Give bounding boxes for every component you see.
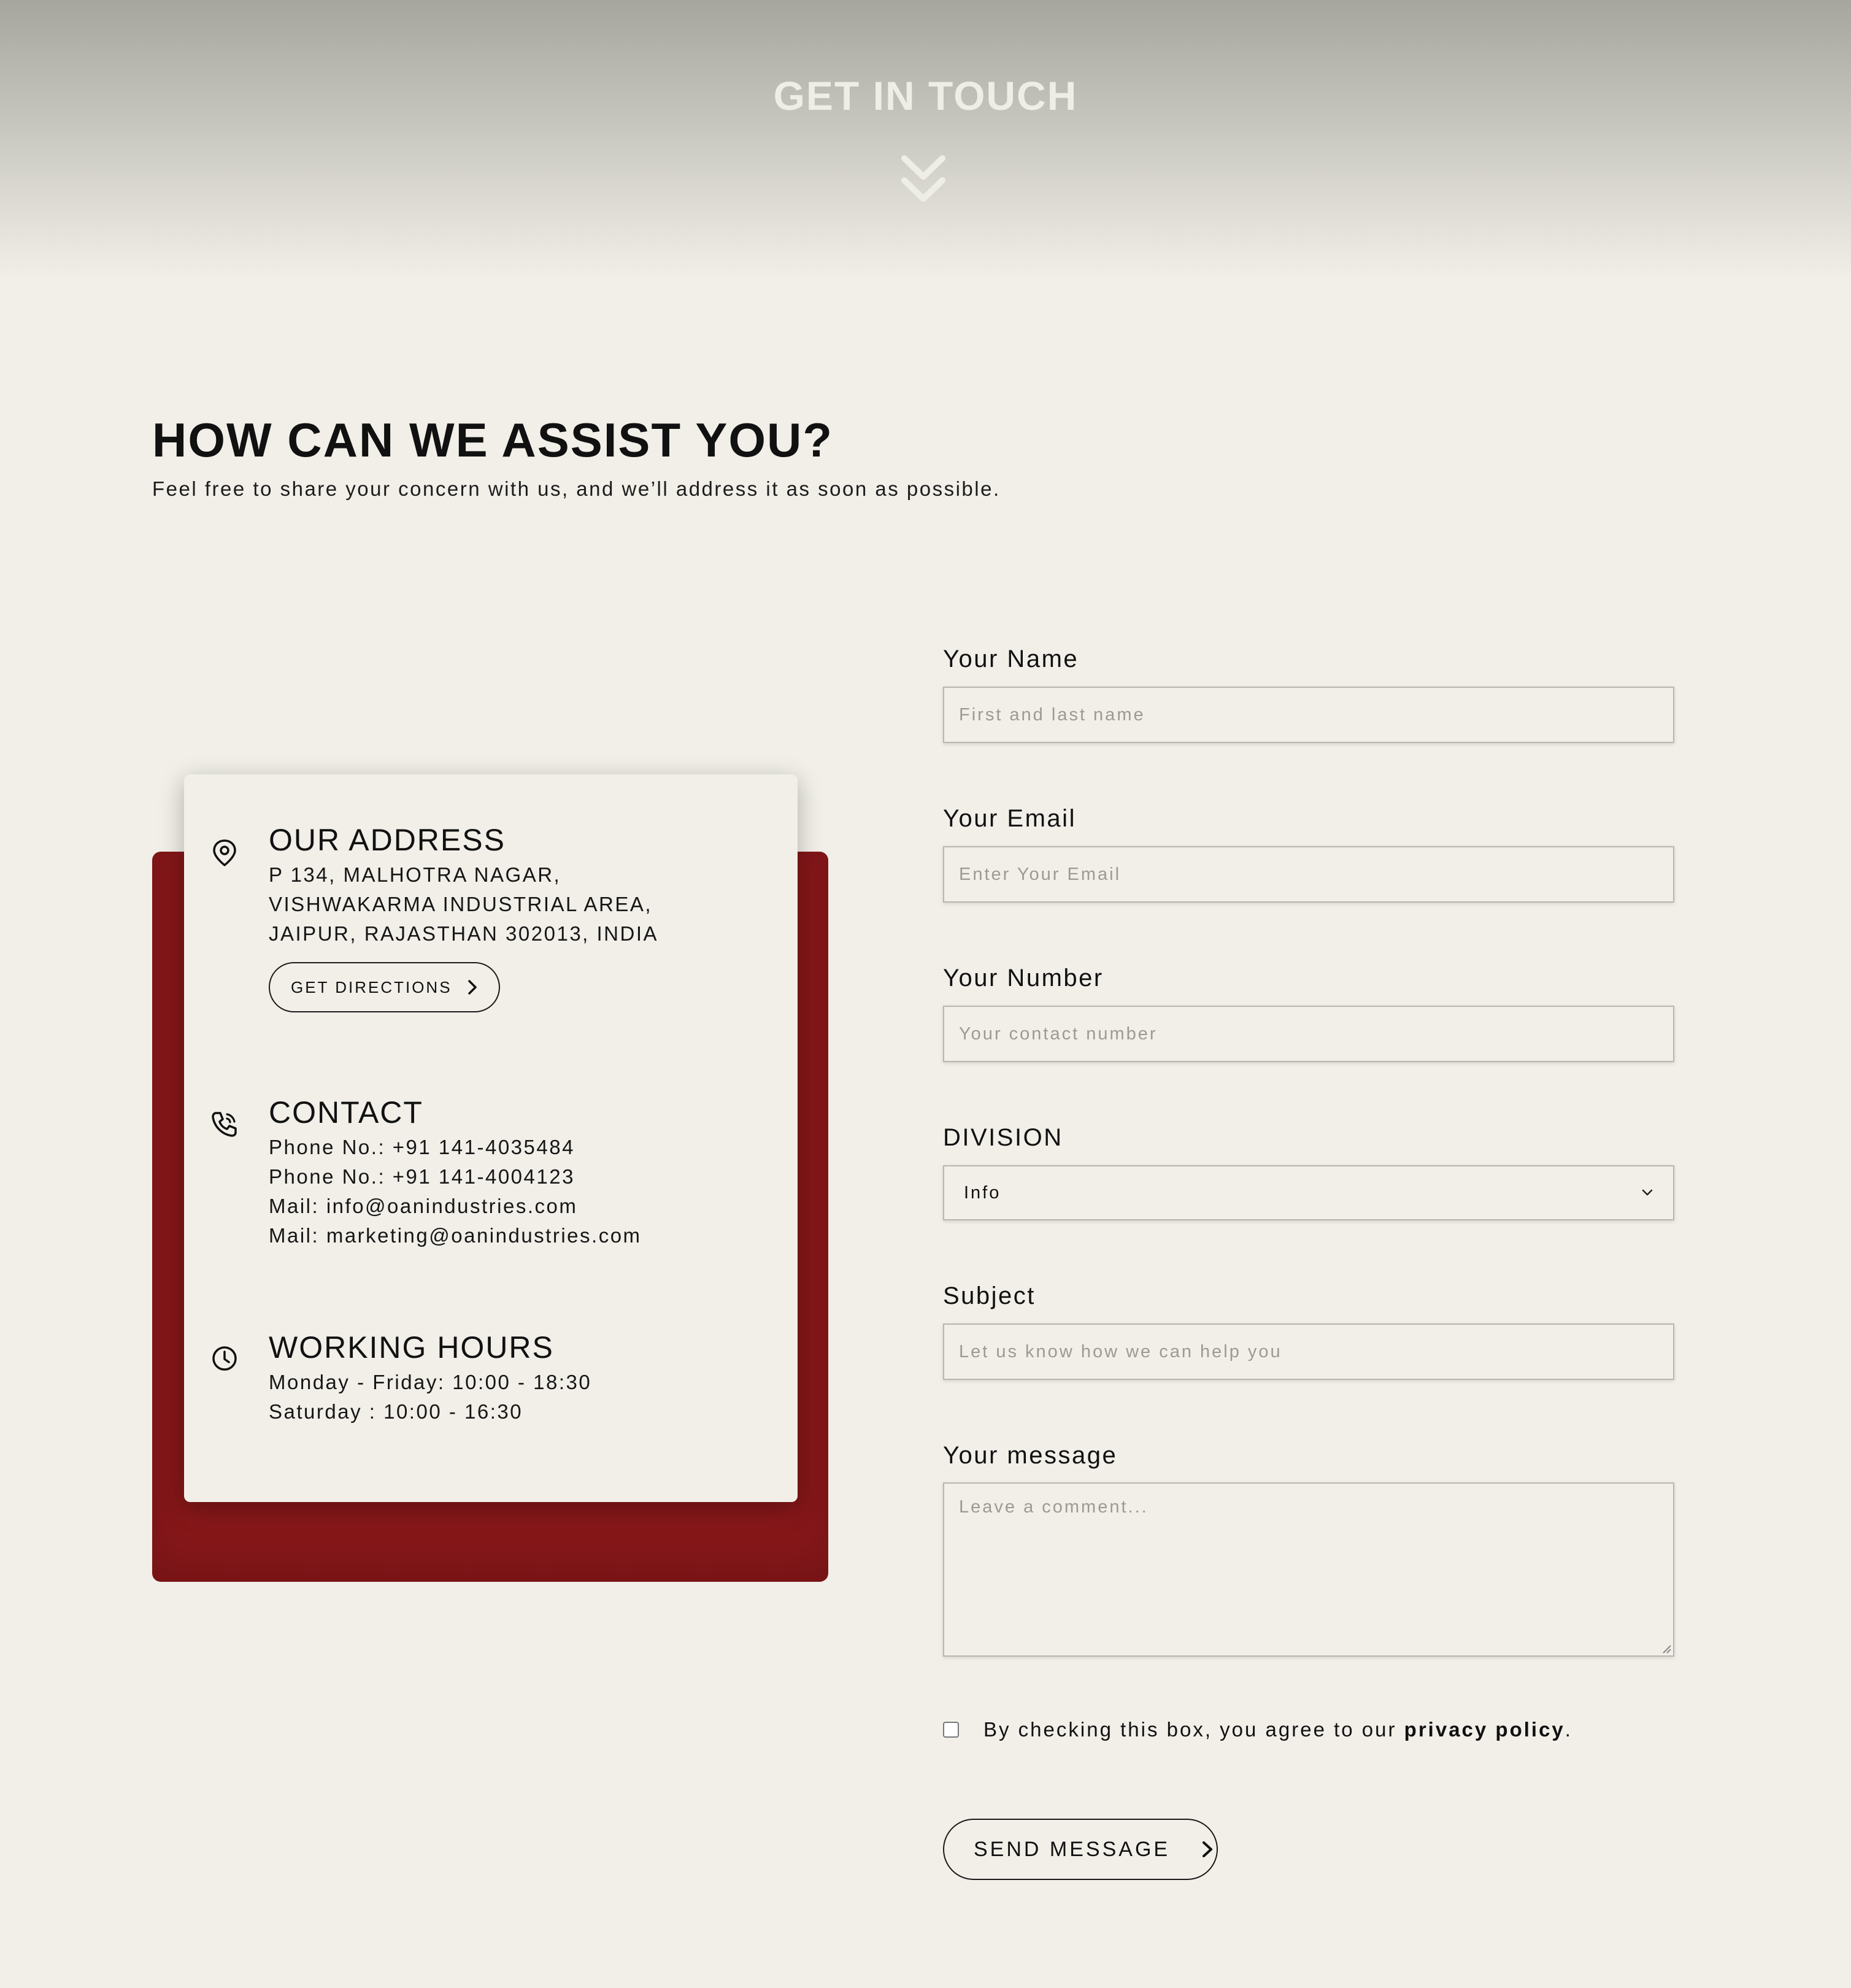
number-input[interactable] — [943, 1006, 1674, 1062]
contact-line: Phone No.: +91 141-4004123 — [269, 1165, 575, 1188]
hours-line: Monday - Friday: 10:00 - 18:30 — [269, 1371, 592, 1393]
hours-section: WORKING HOURS Monday - Friday: 10:00 - 1… — [269, 1330, 772, 1427]
subject-input[interactable] — [943, 1323, 1674, 1380]
get-directions-label: GET DIRECTIONS — [291, 977, 452, 996]
chevron-down-icon — [1642, 1189, 1653, 1196]
privacy-checkbox[interactable] — [943, 1722, 959, 1738]
contact-line: Mail: info@oanindustries.com — [269, 1195, 578, 1217]
send-message-label: SEND MESSAGE — [974, 1837, 1171, 1861]
get-directions-button[interactable]: GET DIRECTIONS — [269, 962, 500, 1012]
clock-icon — [212, 1346, 237, 1371]
double-chevron-down-icon[interactable] — [901, 155, 946, 206]
email-input[interactable] — [943, 846, 1674, 903]
location-pin-icon — [213, 839, 236, 866]
contact-line: Mail: marketing@oanindustries.com — [269, 1224, 642, 1247]
contact-section: CONTACT Phone No.: +91 141-4035484 Phone… — [269, 1095, 772, 1250]
chevron-right-icon — [1203, 1841, 1213, 1857]
address-heading: OUR ADDRESS — [269, 823, 506, 857]
email-label: Your Email — [943, 805, 1076, 832]
page-subtitle: Feel free to share your concern with us,… — [152, 477, 1001, 500]
send-message-button[interactable]: SEND MESSAGE — [943, 1819, 1218, 1880]
number-label: Your Number — [943, 965, 1104, 992]
privacy-text-suffix: . — [1564, 1718, 1572, 1741]
privacy-policy-link[interactable]: privacy policy — [1404, 1718, 1565, 1741]
address-line: VISHWAKARMA INDUSTRIAL AREA, — [269, 893, 653, 915]
name-input[interactable] — [943, 687, 1674, 743]
subject-label: Subject — [943, 1282, 1036, 1309]
hours-heading: WORKING HOURS — [269, 1330, 554, 1365]
address-section: OUR ADDRESS P 134, MALHOTRA NAGAR, VISHW… — [269, 822, 772, 1012]
contact-heading: CONTACT — [269, 1095, 423, 1130]
hero-banner: GET IN TOUCH — [0, 0, 1851, 282]
hours-line: Saturday : 10:00 - 16:30 — [269, 1400, 523, 1423]
message-label: Your message — [943, 1442, 1118, 1469]
name-label: Your Name — [943, 645, 1079, 672]
contact-line: Phone No.: +91 141-4035484 — [269, 1136, 575, 1158]
chevron-right-icon — [468, 980, 477, 995]
address-line: JAIPUR, RAJASTHAN 302013, INDIA — [269, 922, 659, 945]
privacy-text: By checking this box, you agree to our p… — [983, 1718, 1572, 1741]
privacy-text-prefix: By checking this box, you agree to our — [983, 1718, 1397, 1741]
contact-info-card: OUR ADDRESS P 134, MALHOTRA NAGAR, VISHW… — [184, 774, 798, 1502]
address-line: P 134, MALHOTRA NAGAR, — [269, 863, 561, 886]
phone-icon — [212, 1112, 237, 1137]
hero-title: GET IN TOUCH — [773, 73, 1078, 118]
privacy-agreement: By checking this box, you agree to our p… — [943, 1718, 1572, 1741]
division-label: DIVISION — [943, 1124, 1063, 1151]
page-title: HOW CAN WE ASSIST YOU? — [152, 413, 834, 467]
message-textarea[interactable] — [943, 1482, 1674, 1657]
division-select[interactable]: Info — [943, 1165, 1674, 1220]
resize-grip-icon[interactable] — [1661, 1643, 1672, 1654]
division-selected-value: Info — [964, 1182, 1001, 1203]
